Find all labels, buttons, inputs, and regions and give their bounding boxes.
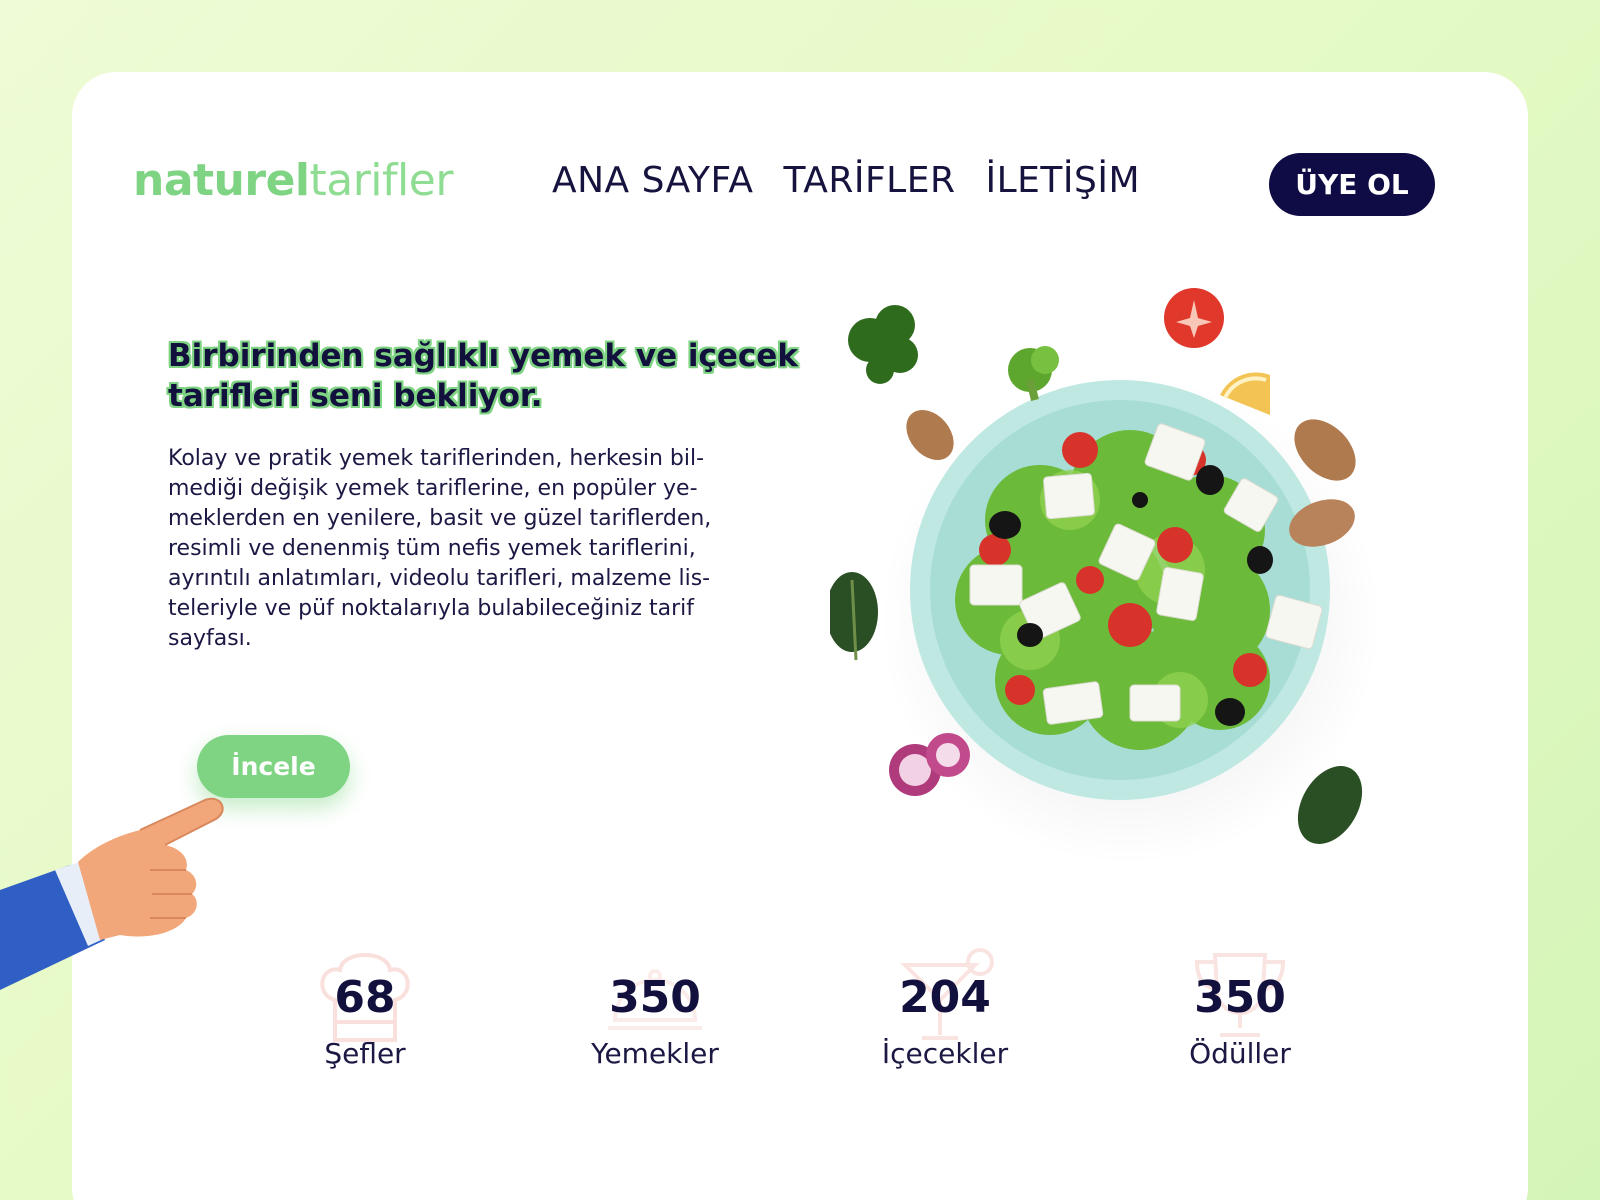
stat-value: 350: [1194, 972, 1286, 1023]
logo-bold-text: naturel: [133, 155, 310, 206]
nav-contact[interactable]: İLETİŞİM: [985, 160, 1140, 201]
hero-description-line: ayrıntılı anlatımları, videolu tarifleri…: [168, 566, 711, 591]
salad-bowl-image: [830, 288, 1380, 865]
hero-description-line: resimli ve denenmiş tüm nefis yemek tari…: [168, 536, 696, 561]
explore-button[interactable]: İncele: [197, 735, 350, 798]
stat-value: 350: [609, 972, 701, 1023]
hero-description-line: teleriyle ve püf noktalarıyla bulabilece…: [168, 596, 694, 621]
hero-description-line: meklerden en yenilere, basit ve güzel ta…: [168, 506, 712, 531]
nav-home[interactable]: ANA SAYFA: [552, 160, 754, 201]
stat-awards: 350 Ödüller: [1130, 940, 1350, 1070]
stat-value: 68: [334, 972, 396, 1023]
stat-dishes: 350 Yemekler: [545, 940, 765, 1070]
stat-drinks: 204 İçecekler: [835, 940, 1055, 1070]
logo-light-text: tarifler: [309, 155, 454, 206]
hero-description: Kolay ve pratik yemek tariflerinden, her…: [168, 444, 788, 654]
logo[interactable]: natureltarifler: [133, 155, 453, 206]
hero-description-line: mediği değişik yemek tariflerine, en pop…: [168, 476, 698, 501]
hero-title: Birbirinden sağlıklı yemek ve içecek tar…: [168, 338, 798, 414]
stat-value: 204: [899, 972, 991, 1023]
nav-recipes[interactable]: TARİFLER: [784, 160, 956, 201]
stat-chefs: 68 Şefler: [255, 940, 475, 1070]
hero-description-line: sayfası.: [168, 626, 252, 651]
main-nav: ANA SAYFA TARİFLER İLETİŞİM: [552, 160, 1140, 201]
signup-button[interactable]: ÜYE OL: [1269, 153, 1435, 216]
hero-description-line: Kolay ve pratik yemek tariflerinden, her…: [168, 446, 705, 471]
pointing-hand-illustration: [0, 797, 224, 990]
